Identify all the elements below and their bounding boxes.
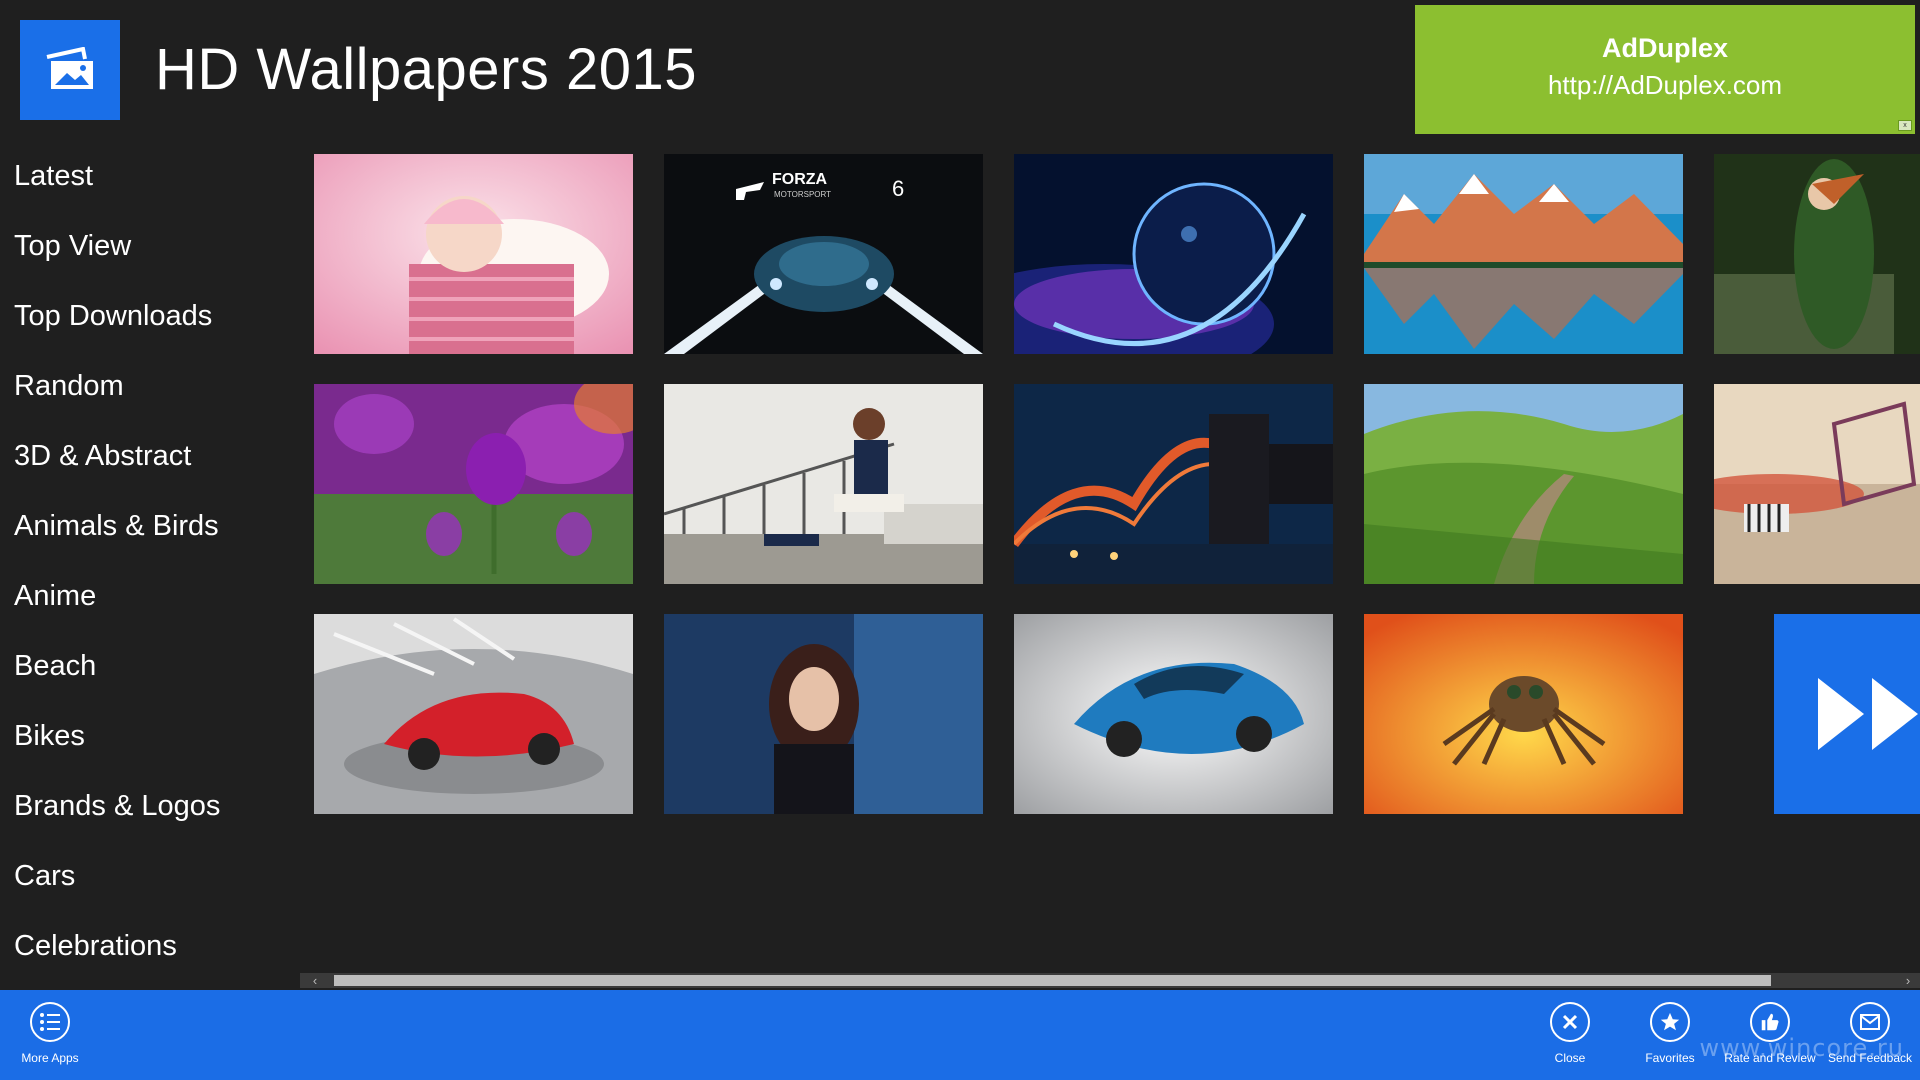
ad-title: AdDuplex: [1601, 33, 1728, 63]
sidebar-item-top-view[interactable]: Top View: [0, 220, 290, 290]
sidebar-item-celebrations[interactable]: Celebrations: [0, 920, 290, 990]
sidebar-item-brands-logos[interactable]: Brands & Logos: [0, 780, 290, 850]
star-icon: [1650, 1002, 1690, 1042]
scroll-left-arrow[interactable]: ‹: [305, 973, 325, 988]
fast-forward-icon: [1818, 678, 1918, 750]
more-apps-label: More Apps: [21, 1051, 79, 1065]
wallpaper-thumb-spider[interactable]: [1364, 614, 1683, 814]
sidebar-item-top-downloads[interactable]: Top Downloads: [0, 290, 290, 360]
forza-brand-text: FORZA: [772, 171, 828, 188]
wallpaper-thumb-woman-bench[interactable]: [664, 384, 983, 584]
sidebar-item-bikes[interactable]: Bikes: [0, 710, 290, 780]
watermark: www.wincore.ru: [1699, 1034, 1904, 1062]
list-icon: [30, 1002, 70, 1042]
ad-close-icon[interactable]: x: [1898, 120, 1912, 131]
wallpaper-thumb-archer[interactable]: [1714, 154, 1920, 354]
picture-icon: [46, 47, 93, 89]
category-sidebar: Latest Top View Top Downloads Random 3D …: [0, 150, 290, 990]
wallpaper-thumb-red-car[interactable]: [314, 614, 633, 814]
ad-banner[interactable]: AdDuplex http://AdDuplex.com x: [1415, 5, 1915, 134]
wallpaper-thumb-woman-portrait[interactable]: [664, 614, 983, 814]
wallpaper-thumb-baby[interactable]: [314, 154, 633, 354]
ad-url: http://AdDuplex.com: [1547, 70, 1783, 100]
wallpaper-thumb-mountain-lake[interactable]: [1364, 154, 1683, 354]
sidebar-item-animals-birds[interactable]: Animals & Birds: [0, 500, 290, 570]
horizontal-scrollbar[interactable]: ‹ ›: [300, 973, 1920, 988]
wallpaper-thumb-tulips[interactable]: [314, 384, 633, 584]
sidebar-item-cars[interactable]: Cars: [0, 850, 290, 920]
scrollbar-thumb[interactable]: [334, 975, 1771, 986]
bottom-app-bar: More Apps Close Favorites Rate and Revie…: [0, 990, 1920, 1080]
wallpaper-thumb-bridge[interactable]: [1014, 384, 1333, 584]
wallpaper-thumb-green-hills[interactable]: [1364, 384, 1683, 584]
scroll-right-arrow[interactable]: ›: [1898, 973, 1918, 988]
sidebar-item-3d-abstract[interactable]: 3D & Abstract: [0, 430, 290, 500]
app-logo: [20, 20, 120, 120]
close-label: Close: [1554, 1051, 1586, 1065]
close-button[interactable]: Close: [1520, 1002, 1620, 1065]
close-icon: [1550, 1002, 1590, 1042]
wallpaper-grid: FORZA MOTORSPORT 6: [314, 154, 1920, 814]
forza-sub-text: MOTORSPORT: [774, 190, 831, 199]
sidebar-item-latest[interactable]: Latest: [0, 150, 290, 220]
sidebar-item-random[interactable]: Random: [0, 360, 290, 430]
wallpaper-thumb-space[interactable]: [1014, 154, 1333, 354]
more-wallpapers-button[interactable]: [1774, 614, 1920, 814]
wallpaper-thumb-forza[interactable]: FORZA MOTORSPORT 6: [664, 154, 983, 354]
sidebar-item-anime[interactable]: Anime: [0, 570, 290, 640]
wallpaper-thumb-desert-zebra[interactable]: [1714, 384, 1920, 584]
more-apps-button[interactable]: More Apps: [0, 1002, 100, 1065]
app-title: HD Wallpapers 2015: [155, 37, 697, 102]
wallpaper-thumb-blue-car[interactable]: [1014, 614, 1333, 814]
forza-number-text: 6: [892, 176, 904, 201]
sidebar-item-beach[interactable]: Beach: [0, 640, 290, 710]
